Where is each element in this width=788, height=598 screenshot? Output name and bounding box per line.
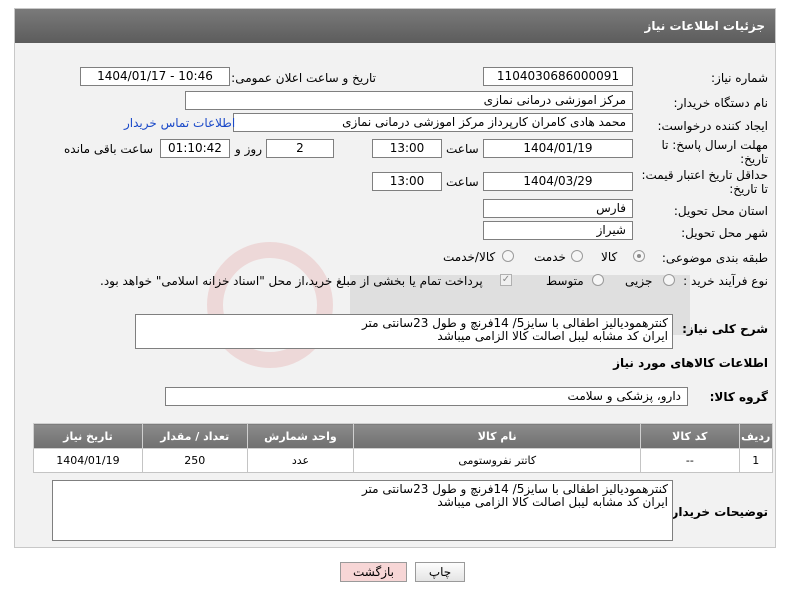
- summary-label: شرح کلی نیاز:: [682, 322, 768, 336]
- validity-date-field[interactable]: 1404/03/29: [483, 172, 633, 191]
- cell-quantity: 250: [141, 448, 248, 473]
- deadline-date-field[interactable]: 1404/01/19: [483, 139, 633, 158]
- city-label: شهر محل تحویل:: [681, 226, 768, 240]
- treasury-payment-checkbox[interactable]: ✓: [500, 274, 512, 286]
- process-option-minor: جزیی: [625, 274, 653, 288]
- category-radio-goods[interactable]: [633, 250, 645, 262]
- process-label: نوع فرآیند خرید :: [683, 274, 768, 288]
- goods-group-label: گروه کالا:: [709, 390, 768, 404]
- cell-goods-code: --: [640, 448, 740, 473]
- announce-date-label: تاریخ و ساعت اعلان عمومی:: [231, 71, 376, 85]
- process-radio-medium[interactable]: [592, 274, 604, 286]
- category-radio-goods-service[interactable]: [502, 250, 514, 262]
- days-label: روز و: [235, 142, 262, 156]
- summary-line-2: ایران کد مشابه لیبل اصالت کالا الزامی می…: [437, 329, 668, 343]
- buyer-contact-link[interactable]: اطلاعات تماس خریدار: [124, 116, 235, 130]
- column-header-row-number: ردیف: [738, 423, 774, 449]
- days-remaining-field[interactable]: 2: [266, 139, 334, 158]
- column-header-quantity: تعداد / مقدار: [141, 423, 248, 449]
- category-option-goods: کالا: [601, 250, 618, 264]
- print-button[interactable]: چاپ: [415, 562, 465, 582]
- validity-label-date: تا تاریخ:: [729, 182, 768, 196]
- buyer-org-label: نام دستگاه خریدار:: [673, 96, 769, 110]
- process-option-medium: متوسط: [546, 274, 584, 288]
- creator-label: ایجاد کننده درخواست:: [657, 119, 768, 133]
- table-row[interactable]: 1 -- کاتتر نفروستومی عدد 250 1404/01/19: [33, 448, 774, 473]
- goods-info-title: اطلاعات کالاهای مورد نیاز: [613, 356, 768, 370]
- validity-time-label: ساعت: [446, 175, 479, 189]
- category-radio-service[interactable]: [571, 250, 583, 262]
- cell-need-date: 1404/01/19: [33, 448, 143, 473]
- treasury-payment-note: پرداخت تمام یا بخشی از مبلغ خرید،از محل …: [100, 274, 483, 288]
- deadline-time-field[interactable]: 13:00: [372, 139, 442, 158]
- items-table: ردیف کد کالا نام کالا واحد شمارش تعداد /…: [33, 423, 774, 473]
- column-header-goods-name: نام کالا: [353, 423, 642, 449]
- buyer-notes-textarea[interactable]: کنترهمودیالیز اطفالی با سایز5/ 14فرنچ و …: [52, 480, 673, 541]
- page-title: جزئیات اطلاعات نیاز: [15, 9, 775, 43]
- process-radio-minor[interactable]: [663, 274, 675, 286]
- announce-date-field[interactable]: 1404/01/17 - 10:46: [80, 67, 230, 86]
- need-number-label: شماره نیاز:: [711, 71, 768, 85]
- back-button[interactable]: بازگشت: [340, 562, 407, 582]
- deadline-label-date: تاریخ:: [740, 152, 768, 166]
- cell-unit: عدد: [246, 448, 355, 473]
- creator-field[interactable]: محمد هادی کامران کارپرداز مرکز اموزشی در…: [233, 113, 633, 132]
- cell-row-number: 1: [738, 448, 774, 473]
- category-label: طبقه بندی موضوعی:: [661, 251, 768, 265]
- city-field[interactable]: شیراز: [483, 221, 633, 240]
- table-header-row: ردیف کد کالا نام کالا واحد شمارش تعداد /…: [33, 423, 774, 449]
- buyer-notes-line-2: ایران کد مشابه لیبل اصالت کالا الزامی می…: [437, 495, 668, 509]
- province-label: استان محل تحویل:: [673, 204, 768, 218]
- deadline-label: مهلت ارسال پاسخ: تا: [661, 138, 768, 152]
- validity-label: حداقل تاریخ اعتبار قیمت:: [641, 168, 768, 182]
- buyer-notes-label: توضیحات خریدار:: [666, 505, 768, 519]
- remaining-time-field[interactable]: 01:10:42: [160, 139, 230, 158]
- remaining-time-label: ساعت باقی مانده: [64, 142, 154, 156]
- column-header-goods-code: کد کالا: [640, 423, 740, 449]
- column-header-need-date: تاریخ نیاز: [33, 423, 143, 449]
- category-option-service: خدمت: [534, 250, 566, 264]
- validity-time-field[interactable]: 13:00: [372, 172, 442, 191]
- deadline-time-label: ساعت: [446, 142, 479, 156]
- buyer-org-field[interactable]: مرکز اموزشی درمانی نمازی: [185, 91, 633, 110]
- cell-goods-name: کاتتر نفروستومی: [353, 448, 642, 473]
- category-option-goods-service: کالا/خدمت: [443, 250, 496, 264]
- summary-textarea[interactable]: کنترهمودیالیز اطفالی با سایز5/ 14فرنچ و …: [135, 314, 673, 349]
- province-field[interactable]: فارس: [483, 199, 633, 218]
- column-header-unit: واحد شمارش: [246, 423, 355, 449]
- need-number-field[interactable]: 1104030686000091: [483, 67, 633, 86]
- goods-group-field[interactable]: دارو، پزشکی و سلامت: [165, 387, 688, 406]
